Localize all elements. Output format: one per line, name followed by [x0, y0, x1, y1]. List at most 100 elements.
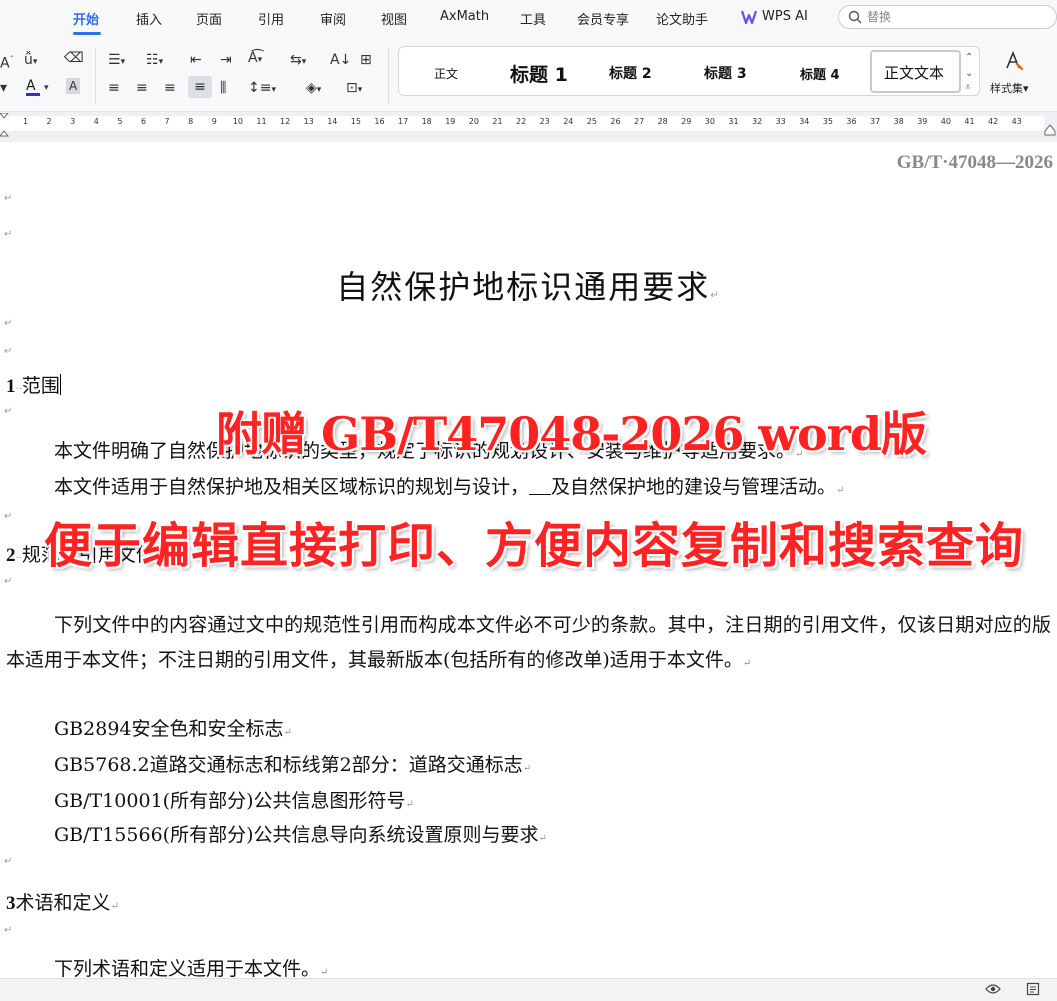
wps-ai-icon	[741, 10, 757, 24]
page-view-icon[interactable]	[1026, 982, 1040, 996]
paragraph-mark-icon: ↵	[4, 318, 13, 329]
ruler-number: 19	[445, 117, 456, 126]
active-tab-indicator	[73, 32, 101, 35]
tab-view[interactable]: 视图	[381, 9, 407, 28]
highlight-dropdown-icon[interactable]: ▾	[0, 80, 7, 96]
standard-code-header: GB/T·47048—2026	[896, 152, 1053, 173]
numbered-list-icon[interactable]: ☷▾	[146, 52, 163, 70]
tab-review[interactable]: 审阅	[320, 9, 346, 28]
paragraph-mark-icon: ↵	[4, 576, 13, 587]
section-1-paragraph-2: 本文件适用于自然保护地及相关区域标识的规划与设计， 及自然保护地的建设与管理活动。…	[54, 476, 845, 498]
style-heading-4[interactable]: 标题 4	[800, 64, 840, 83]
ruler-number: 40	[940, 117, 951, 126]
ruler-number: 13	[303, 117, 314, 126]
paragraph-mark-icon: ↵	[4, 511, 13, 522]
ruler-number: 7	[164, 117, 170, 126]
grow-font-icon[interactable]: Aˆ	[0, 52, 14, 72]
search-input[interactable]	[867, 8, 1047, 26]
indent-marker-icon[interactable]	[0, 113, 10, 137]
tab-page[interactable]: 页面	[196, 9, 222, 28]
ruler-number: 9	[211, 117, 217, 126]
tab-wps-ai[interactable]: WPS AI	[762, 9, 808, 24]
decrease-indent-icon[interactable]: ⇤	[190, 52, 202, 68]
ruler-number: 22	[516, 117, 527, 126]
ruler-number: 16	[374, 117, 385, 126]
tab-thesis-assistant[interactable]: 论文助手	[656, 9, 708, 28]
sort-az-icon[interactable]: A↓	[330, 52, 351, 68]
sort-icon[interactable]: ⇆▾	[290, 52, 306, 70]
ruler-number: 36	[846, 117, 857, 126]
ruler-number: 35	[822, 117, 833, 126]
gallery-expand-icon[interactable]: ⩡	[965, 80, 971, 96]
ruler-number: 12	[280, 117, 291, 126]
distributed-align-icon[interactable]: ⫼	[220, 80, 226, 96]
style-set-button[interactable]: 样式集▾	[990, 80, 1029, 96]
ruler-number: 17	[398, 117, 409, 126]
ruler-number: 4	[93, 117, 99, 126]
ruler-number: 32	[752, 117, 763, 126]
font-color-dropdown-icon[interactable]: ▾	[44, 80, 49, 96]
style-heading-3[interactable]: 标题 3	[704, 63, 747, 83]
right-indent-marker-icon[interactable]	[1044, 124, 1056, 136]
ruler-number: 30	[704, 117, 715, 126]
reference-item: GB2894安全色和安全标志↵	[54, 718, 292, 740]
ruler-number: 27	[634, 117, 645, 126]
toolbar-separator	[388, 48, 389, 104]
gallery-scroll-up-icon[interactable]: ⌃	[965, 50, 973, 66]
paragraph-mark-icon: ↵	[4, 229, 13, 240]
tab-member[interactable]: 会员专享	[577, 9, 629, 28]
show-marks-icon[interactable]: ⊞	[360, 52, 372, 68]
clear-format-icon[interactable]: ⌫	[64, 50, 84, 66]
increase-indent-icon[interactable]: ⇥	[220, 52, 232, 68]
status-bar	[0, 978, 1057, 1001]
ruler-number: 25	[586, 117, 597, 126]
ruler-number: 34	[799, 117, 810, 126]
reference-item: GB/T10001(所有部分)公共信息图形符号↵	[54, 790, 414, 812]
ruler-number: 1	[22, 117, 29, 126]
style-heading-2[interactable]: 标题 2	[609, 63, 652, 83]
search-icon	[848, 10, 862, 24]
style-heading-1[interactable]: 标题 1	[510, 60, 568, 87]
search-box[interactable]	[838, 5, 1057, 29]
tab-home[interactable]: 开始	[73, 9, 99, 28]
style-set-icon[interactable]	[1004, 50, 1024, 72]
justify-icon[interactable]: ≡	[188, 76, 212, 98]
ruler-number: 11	[256, 117, 267, 126]
ruler-number: 21	[492, 117, 503, 126]
ruler-number: 14	[327, 117, 338, 126]
section-2-paragraph-1: 下列文件中的内容通过文中的规范性引用而构成本文件必不可少的条款。其中，注日期的引…	[6, 614, 1051, 671]
ruler-number: 18	[421, 117, 432, 126]
bullet-list-icon[interactable]: ☰▾	[108, 52, 125, 70]
borders-icon[interactable]: ⊡▾	[346, 80, 362, 98]
style-body-text[interactable]: 正文文本	[884, 62, 944, 83]
paragraph-mark-icon: ↵	[4, 856, 13, 867]
ruler-number: 42	[988, 117, 999, 126]
ruler-number: 20	[468, 117, 479, 126]
ruler-number: 2	[46, 117, 52, 126]
align-center-icon[interactable]: ≡	[136, 80, 148, 96]
paragraph-mark-icon: ↵	[4, 406, 13, 417]
style-normal[interactable]: 正文	[434, 65, 458, 82]
tab-references[interactable]: 引用	[258, 9, 284, 28]
ruler-number: 38	[893, 117, 904, 126]
ruler-number: 39	[917, 117, 928, 126]
section-1-heading: 1··范围	[6, 374, 61, 397]
char-shading-icon[interactable]: A	[66, 78, 81, 94]
paragraph-shading-icon[interactable]: ◈▾	[306, 80, 321, 98]
tab-axmath[interactable]: AxMath	[440, 9, 489, 24]
tab-insert[interactable]: 插入	[136, 9, 162, 28]
ruler-number: 28	[657, 117, 668, 126]
ruler-number: 24	[563, 117, 574, 126]
align-right-icon[interactable]: ≡	[164, 80, 176, 96]
align-left-icon[interactable]: ≡	[108, 80, 120, 96]
text-direction-icon[interactable]: A͡▾	[248, 50, 262, 68]
promo-banner-line-1: 附赠 GB/T47048-2026 word版	[215, 406, 928, 462]
line-spacing-icon[interactable]: ↕≡▾	[248, 80, 276, 98]
ruler-number: 3	[70, 117, 76, 126]
toolbar-separator	[95, 48, 96, 104]
phonetic-guide-icon[interactable]: ǚ▾	[24, 52, 37, 70]
font-color-icon[interactable]: A	[26, 78, 40, 96]
eye-protection-icon[interactable]	[985, 983, 1001, 995]
ruler-number: 15	[350, 117, 361, 126]
tab-tools[interactable]: 工具	[520, 9, 546, 28]
